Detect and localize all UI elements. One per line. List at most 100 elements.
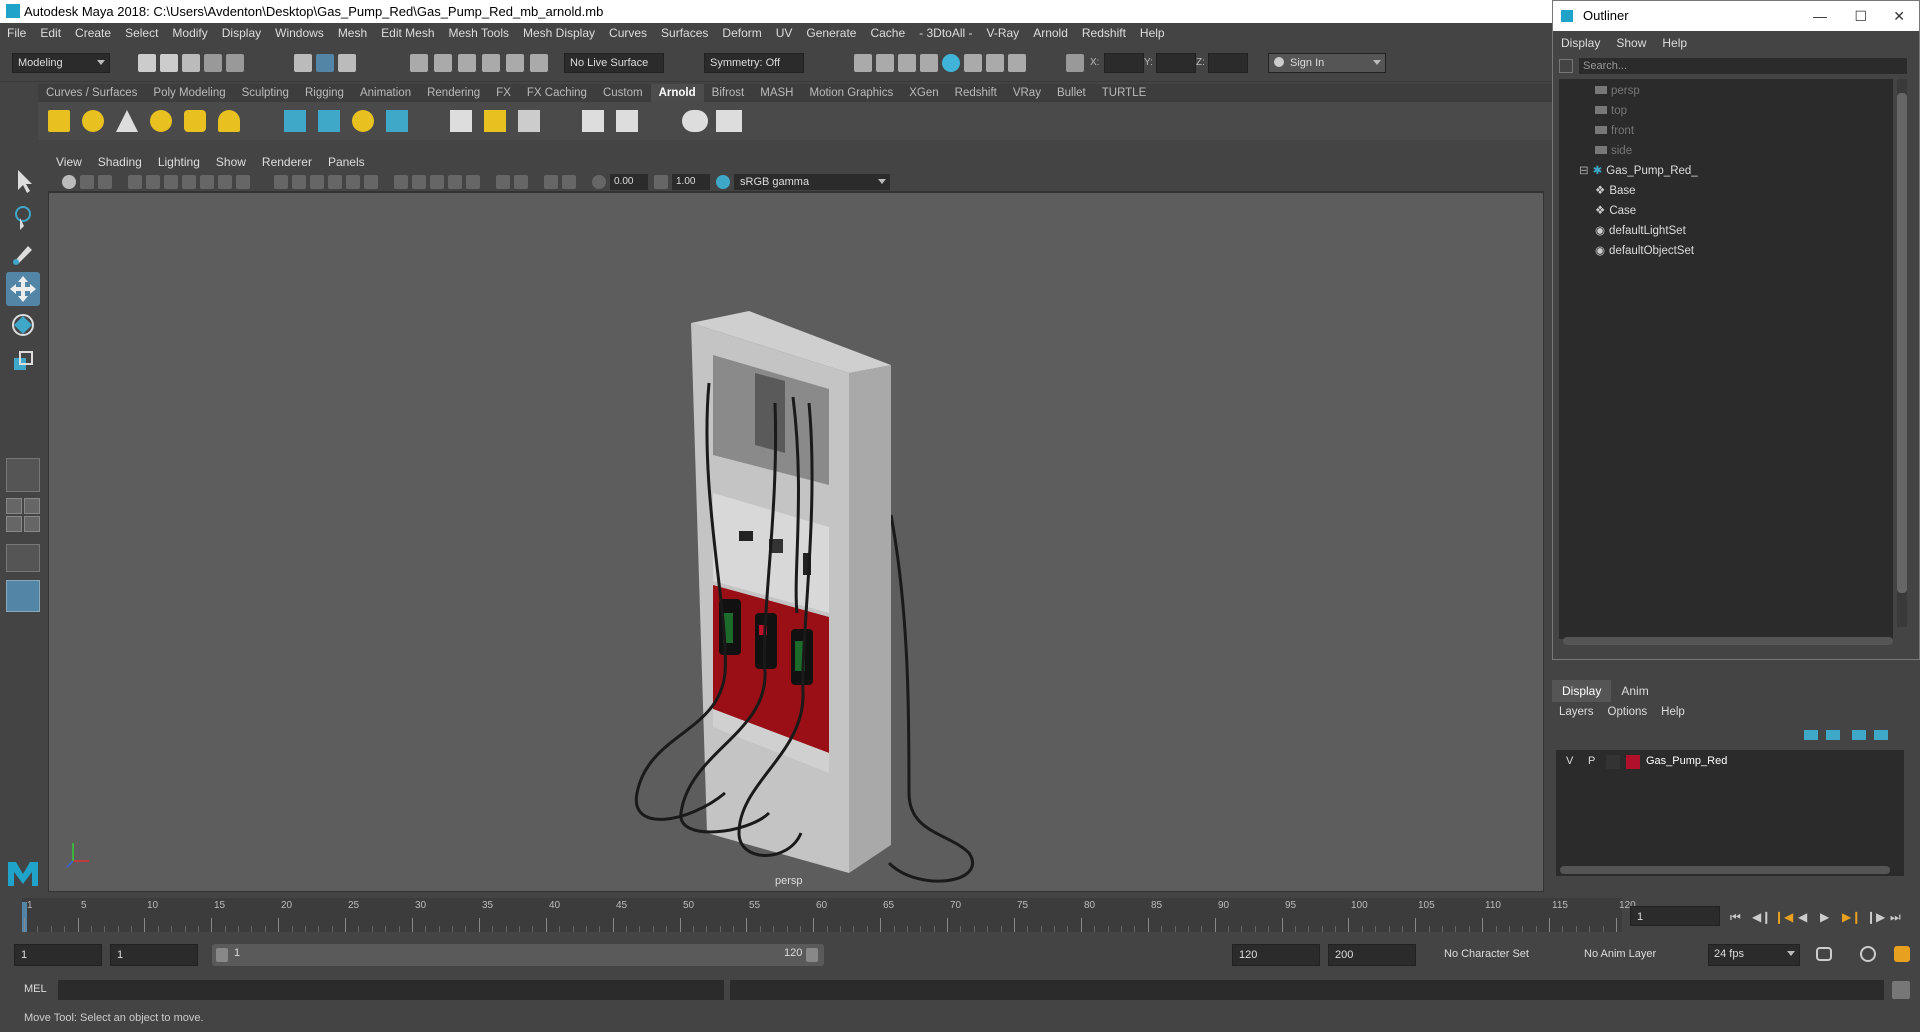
film-gate-icon[interactable] <box>146 175 160 189</box>
x-field[interactable] <box>1104 53 1144 73</box>
volume-icon[interactable] <box>386 110 408 132</box>
current-frame-field[interactable]: 1 <box>1630 906 1720 926</box>
layer-menu-help[interactable]: Help <box>1654 702 1692 722</box>
two-pane-side-layout-icon[interactable] <box>24 498 40 514</box>
shelf-tab-fx[interactable]: FX <box>488 84 519 102</box>
snap-grid-icon[interactable] <box>410 54 428 72</box>
move-layer-up-icon[interactable] <box>1804 730 1818 740</box>
gamma-icon[interactable] <box>654 175 668 189</box>
script-editor-icon[interactable] <box>1892 981 1910 999</box>
snap-surface-icon[interactable] <box>506 54 524 72</box>
snap-curve-icon[interactable] <box>434 54 452 72</box>
arnold-render-icon[interactable] <box>964 54 982 72</box>
isolate-select-icon[interactable] <box>496 175 510 189</box>
new-layer-from-selection-icon[interactable] <box>1874 730 1888 740</box>
textured-icon[interactable] <box>346 175 360 189</box>
physical-sky-icon[interactable] <box>218 110 240 132</box>
outliner-search-input[interactable]: Search... <box>1579 58 1907 74</box>
menu-redshift[interactable]: Redshift <box>1075 23 1133 44</box>
shelf-tab-bifrost[interactable]: Bifrost <box>704 84 753 102</box>
shelf-tab-curves-surfaces[interactable]: Curves / Surfaces <box>38 84 145 102</box>
menu-mesh[interactable]: Mesh <box>331 23 374 44</box>
layer-visibility-toggle[interactable]: V <box>1566 755 1573 767</box>
shelf-tab-arnold[interactable]: Arnold <box>650 84 704 102</box>
wireframe-icon[interactable] <box>274 175 288 189</box>
outliner-item-base[interactable]: ❖ Base <box>1595 181 1636 201</box>
texture-manager-icon[interactable] <box>484 110 506 132</box>
shelf-tab-rigging[interactable]: Rigging <box>297 84 352 102</box>
save-scene-icon[interactable] <box>182 54 200 72</box>
filter-icon[interactable] <box>1559 59 1573 73</box>
move-layer-down-icon[interactable] <box>1826 730 1840 740</box>
anim-layer-dropdown[interactable]: No Anim Layer <box>1578 944 1688 966</box>
playback-end-field[interactable]: 120 <box>1232 944 1320 966</box>
shelf-tab-motion-graphics[interactable]: Motion Graphics <box>801 84 901 102</box>
panel-menu-panels[interactable]: Panels <box>320 152 373 172</box>
new-scene-icon[interactable] <box>138 54 156 72</box>
menu-modify[interactable]: Modify <box>165 23 214 44</box>
go-to-end-icon[interactable]: ⏭ <box>1890 910 1904 924</box>
step-forward-key-icon[interactable]: ▶❙ <box>1842 910 1861 924</box>
character-set-dropdown[interactable]: No Character Set <box>1438 944 1550 966</box>
outliner-menu-display[interactable]: Display <box>1553 31 1608 55</box>
layer-color-swatch[interactable] <box>1626 755 1640 769</box>
new-empty-layer-icon[interactable] <box>1852 730 1866 740</box>
snap-view-icon[interactable] <box>482 54 500 72</box>
step-back-key-icon[interactable]: ❙◀ <box>1774 910 1793 924</box>
live-surface-field[interactable]: No Live Surface <box>564 53 664 73</box>
light-portal-icon[interactable] <box>184 110 206 132</box>
play-render-icon[interactable] <box>716 110 742 132</box>
paint-select-tool-icon[interactable] <box>6 236 40 270</box>
shelf-tab-custom[interactable]: Custom <box>595 84 651 102</box>
outliner-layout-icon[interactable] <box>6 580 40 612</box>
panel-menu-show[interactable]: Show <box>208 152 254 172</box>
lasso-tool-icon[interactable] <box>6 200 40 234</box>
camera-attributes-icon[interactable] <box>62 175 76 189</box>
menu-mesh-tools[interactable]: Mesh Tools <box>442 23 516 44</box>
menu-uv[interactable]: UV <box>769 23 800 44</box>
panel-menu-renderer[interactable]: Renderer <box>254 152 320 172</box>
minimize-icon[interactable]: — <box>1813 1 1827 31</box>
menu-windows[interactable]: Windows <box>268 23 331 44</box>
sign-in-button[interactable]: Sign In <box>1268 53 1386 73</box>
playback-start-field[interactable]: 1 <box>110 944 198 966</box>
shelf-tab-redshift[interactable]: Redshift <box>947 84 1005 102</box>
outliner-menu-show[interactable]: Show <box>1608 31 1654 55</box>
xray-icon[interactable] <box>328 175 342 189</box>
material-preview-icon[interactable] <box>582 110 604 132</box>
color-management-icon[interactable] <box>716 175 730 189</box>
play-backwards-icon[interactable]: ◀ <box>1798 910 1812 924</box>
safe-action-icon[interactable] <box>218 175 232 189</box>
remove-textures-icon[interactable] <box>518 110 540 132</box>
collapse-icon[interactable]: ⊟ <box>1579 165 1589 177</box>
menu-vray[interactable]: V-Ray <box>980 23 1027 44</box>
viewport-persp[interactable]: persp <box>48 192 1544 892</box>
layer-playback-toggle[interactable]: P <box>1588 755 1595 767</box>
menu-help[interactable]: Help <box>1133 23 1172 44</box>
fps-dropdown[interactable]: 24 fps <box>1708 944 1800 966</box>
outliner-item-gas-pump-group[interactable]: ⊟ ✱ Gas_Pump_Red_ <box>1579 161 1698 181</box>
render-view-icon[interactable] <box>854 54 872 72</box>
maximize-icon[interactable]: ☐ <box>1854 1 1867 31</box>
hud-icon[interactable] <box>544 175 558 189</box>
persp-graph-layout-icon[interactable] <box>6 544 40 572</box>
render-current-icon[interactable] <box>876 54 894 72</box>
render-settings-icon[interactable] <box>920 54 938 72</box>
select-tool-icon[interactable] <box>6 164 40 198</box>
shelf-tab-poly-modeling[interactable]: Poly Modeling <box>145 84 233 102</box>
outliner-item-case[interactable]: ❖ Case <box>1595 201 1636 221</box>
shelf-tab-animation[interactable]: Animation <box>352 84 419 102</box>
shelf-tab-sculpting[interactable]: Sculpting <box>234 84 297 102</box>
gate-mask-icon[interactable] <box>182 175 196 189</box>
vray-render-icon[interactable] <box>986 54 1004 72</box>
shelf-tab-vray[interactable]: VRay <box>1005 84 1049 102</box>
mesh-light-icon[interactable] <box>82 110 104 132</box>
shelf-tab-rendering[interactable]: Rendering <box>419 84 488 102</box>
outliner-item-side[interactable]: side <box>1595 141 1632 161</box>
menu-edit[interactable]: Edit <box>33 23 68 44</box>
render-preview-icon[interactable] <box>616 110 638 132</box>
select-object-icon[interactable] <box>316 54 334 72</box>
animation-end-field[interactable]: 200 <box>1328 944 1416 966</box>
tab-anim[interactable]: Anim <box>1611 680 1658 702</box>
menu-mesh-display[interactable]: Mesh Display <box>516 23 602 44</box>
